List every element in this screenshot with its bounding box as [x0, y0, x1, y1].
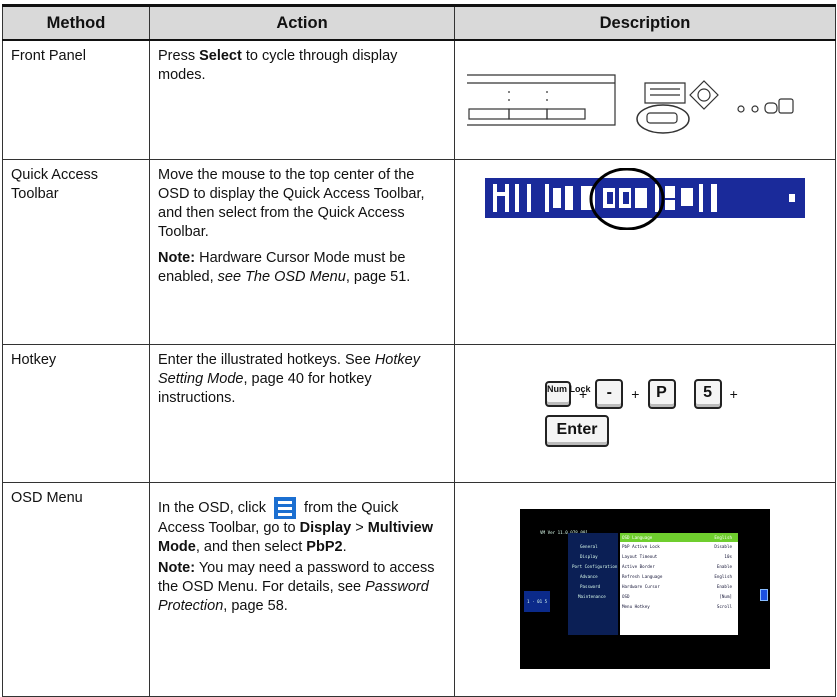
front-panel-image: [454, 39, 836, 160]
five-key: 5: [693, 379, 722, 409]
osd-side-label: 1 · 01 5: [524, 591, 551, 612]
hotkey-image: Num Lock + - + P 5 + Enter: [454, 343, 836, 483]
quick-access-toolbar-image: [454, 158, 836, 345]
plus-sign: +: [729, 385, 738, 402]
methods-table: Method Action Description Front Panel Pr…: [2, 4, 836, 697]
method-cell: OSD Menu: [2, 481, 150, 697]
header-description: Description: [454, 4, 836, 41]
header-action: Action: [149, 4, 455, 41]
header-row: Method Action Description: [2, 4, 836, 41]
method-cell: Front Panel: [2, 39, 150, 160]
numlock-key: Num Lock: [545, 381, 591, 407]
table-row: Quick Access Toolbar Move the mouse to t…: [2, 158, 836, 345]
method-cell: Hotkey: [2, 343, 150, 483]
minus-key: -: [595, 379, 624, 409]
plus-sign: +: [579, 385, 588, 402]
osd-tab-panel: General Display Port Configuration Advan…: [568, 533, 618, 635]
menu-icon: [274, 496, 297, 519]
table-row: OSD Menu In the OSD, click from the Quic…: [2, 481, 836, 697]
osd-settings-panel: OSD Language English PbP Active Lock Disab…: [620, 533, 738, 635]
header-method: Method: [2, 4, 150, 41]
table-row: Front Panel Press Select to cycle throug…: [2, 39, 836, 160]
plus-sign: +: [631, 385, 640, 402]
method-cell: Quick Access Toolbar: [2, 158, 150, 345]
osd-side-marker: [760, 589, 768, 601]
action-cell: Press Select to cycle through display mo…: [149, 39, 455, 160]
enter-key: Enter: [545, 415, 609, 447]
action-cell: In the OSD, click from the Quick Access …: [149, 481, 455, 697]
p-key: P: [647, 379, 676, 409]
table-row: Hotkey Enter the illustrated hotkeys. Se…: [2, 343, 836, 483]
action-cell: Enter the illustrated hotkeys. See Hotke…: [149, 343, 455, 483]
action-cell: Move the mouse to the top center of the …: [149, 158, 455, 345]
osd-menu-image: VM Ver 11.0.078.001 General Display Port…: [454, 481, 836, 697]
